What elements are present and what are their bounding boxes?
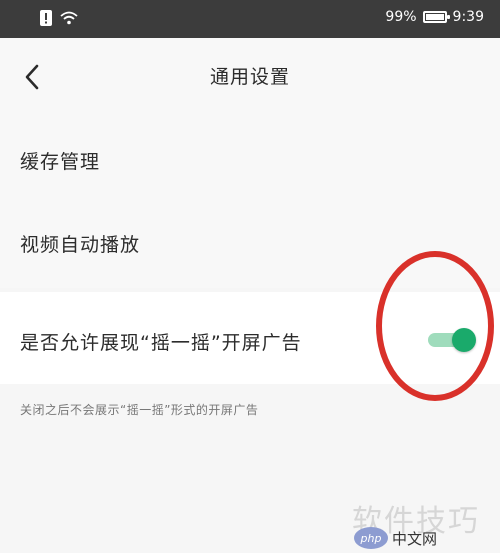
page-title: 通用设置 bbox=[209, 66, 290, 88]
battery-level-fill bbox=[425, 14, 444, 20]
shake-ad-label: 是否允许展现“摇一摇”开屏广告 bbox=[20, 332, 302, 354]
shake-ad-hint: 关闭之后不会展示“摇一摇”形式的开屏广告 bbox=[20, 403, 259, 417]
cache-management-label: 缓存管理 bbox=[20, 151, 101, 173]
video-autoplay-item[interactable]: 视频自动播放 bbox=[0, 202, 500, 288]
wifi-icon bbox=[60, 11, 78, 25]
cache-management-item[interactable]: 缓存管理 bbox=[0, 116, 500, 202]
notification-icon bbox=[40, 10, 52, 26]
video-autoplay-label: 视频自动播放 bbox=[20, 234, 141, 256]
shake-ad-setting-row: 是否允许展现“摇一摇”开屏广告 bbox=[0, 292, 500, 384]
shake-ad-toggle[interactable] bbox=[428, 328, 476, 352]
php-logo: php bbox=[354, 527, 388, 549]
battery-percent: 99% bbox=[385, 9, 417, 25]
status-bar: 99% 9:39 bbox=[0, 0, 500, 38]
battery-icon bbox=[422, 11, 450, 23]
page-header: 通用设置 bbox=[0, 38, 500, 116]
status-time: 9:39 bbox=[452, 9, 484, 25]
toggle-thumb bbox=[452, 328, 476, 352]
status-icons-left bbox=[40, 10, 78, 26]
watermark-logo: php 中文网 bbox=[354, 527, 437, 549]
status-icons-right: 99% 9:39 bbox=[385, 9, 484, 25]
watermark-site: 中文网 bbox=[392, 529, 438, 548]
